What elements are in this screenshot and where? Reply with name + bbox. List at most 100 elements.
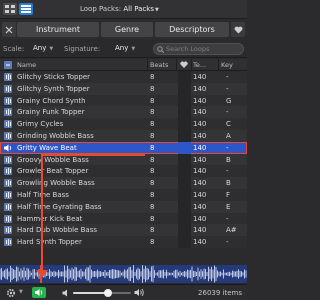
- loop-beats: 8: [150, 120, 155, 129]
- reset-button[interactable]: [2, 22, 16, 37]
- loop-key: G: [226, 96, 232, 105]
- signature-label: Signature:: [64, 45, 101, 53]
- loop-key: -: [226, 214, 229, 223]
- volume-slider[interactable]: [73, 289, 131, 297]
- grid-view-button[interactable]: [3, 3, 17, 15]
- loop-beats: 8: [150, 190, 155, 199]
- audio-loop-icon: [4, 214, 12, 223]
- scale-select[interactable]: Any ▼: [33, 44, 53, 52]
- loop-tempo: 140: [193, 202, 207, 211]
- audio-loop-icon: [4, 179, 12, 188]
- table-row[interactable]: Hammer Kick Beat 8 140 -: [0, 212, 247, 225]
- audio-loop-icon: [4, 131, 12, 140]
- loop-tempo: 140: [193, 238, 207, 247]
- loop-key: A#: [226, 226, 237, 235]
- speaker-icon: [4, 144, 12, 152]
- loop-name: Glitchy Sticks Topper: [17, 73, 91, 81]
- audio-loop-icon: [4, 73, 12, 81]
- heart-icon: [180, 61, 188, 68]
- favorite-cell[interactable]: [178, 71, 191, 83]
- loop-tempo: 140: [193, 155, 207, 164]
- column-beats[interactable]: Beats: [150, 61, 168, 69]
- favorite-cell[interactable]: [178, 129, 191, 142]
- favorite-cell[interactable]: [178, 153, 191, 166]
- annotation-arrow-line: [41, 154, 43, 272]
- audio-loop-icon: [4, 202, 12, 211]
- favorite-cell[interactable]: [178, 200, 191, 213]
- table-row[interactable]: Growler Beat Topper 8 140 -: [0, 165, 247, 178]
- table-row[interactable]: Glitchy Sticks Topper 8 140 -: [0, 71, 247, 83]
- loop-key: B: [226, 179, 231, 188]
- loop-packs-selector[interactable]: Loop Packs: All Packs▼: [80, 5, 159, 13]
- loop-name: Grainy Chord Synth: [17, 96, 86, 105]
- favorite-cell[interactable]: [178, 212, 191, 225]
- favorite-cell[interactable]: [178, 118, 191, 130]
- favorite-cell[interactable]: [178, 177, 191, 189]
- chevron-down-icon[interactable]: ▼: [19, 289, 23, 295]
- loop-key: -: [226, 108, 229, 117]
- audio-loop-icon: [4, 108, 12, 117]
- loop-beats: 8: [150, 179, 155, 188]
- top-toolbar: Loop Packs: All Packs▼: [0, 0, 247, 19]
- search-input[interactable]: [166, 44, 242, 54]
- loop-tempo: 140: [193, 179, 207, 188]
- table-row[interactable]: Grinding Wobble Bass 8 140 A: [0, 129, 247, 142]
- filter-bar: Scale: Any ▼ Signature: Any ▼: [0, 40, 247, 58]
- loop-beats: 8: [150, 167, 155, 176]
- list-view-button[interactable]: [19, 3, 33, 15]
- table-row[interactable]: Grainy Chord Synth 8 140 G: [0, 94, 247, 107]
- table-row[interactable]: Growling Wobble Bass 8 140 B: [0, 177, 247, 189]
- tab-descriptors[interactable]: Descriptors: [155, 22, 229, 37]
- gear-icon[interactable]: [6, 288, 16, 298]
- loop-key: C: [226, 120, 231, 129]
- table-row-selected[interactable]: Gritty Wave Beat 8 140 -: [0, 141, 247, 154]
- tab-instrument[interactable]: Instrument: [17, 22, 99, 37]
- favorite-cell[interactable]: [178, 165, 191, 178]
- table-row[interactable]: Half Time Bass8140F: [0, 188, 247, 201]
- loop-key: -: [226, 143, 229, 152]
- volume-slider-knob[interactable]: [103, 289, 112, 297]
- table-row[interactable]: Grimy Cycles 8 140 C: [0, 118, 247, 130]
- loop-beats: 8: [150, 143, 155, 152]
- loop-packs-value: All Packs: [123, 5, 155, 13]
- audio-loop-icon: [4, 238, 12, 247]
- loop-tempo: 140: [193, 167, 207, 176]
- favorite-cell[interactable]: [178, 141, 191, 154]
- loop-key: -: [226, 73, 229, 81]
- table-row[interactable]: Grainy Funk Topper 8 140 -: [0, 106, 247, 119]
- audio-loop-icon: [4, 84, 12, 93]
- loop-list: Glitchy Sticks Topper 8 140- Glitchy Synth …: [0, 71, 247, 283]
- favorite-cell[interactable]: [178, 106, 191, 119]
- loop-name: Gritty Wave Beat: [17, 143, 77, 152]
- loop-beats: 8: [150, 96, 155, 105]
- annotation-arrow-line: [41, 154, 145, 156]
- audio-loop-icon: [4, 167, 12, 176]
- favorite-cell[interactable]: [178, 188, 191, 201]
- favorite-cell[interactable]: [178, 236, 191, 248]
- table-row[interactable]: Half Time Gyrating Bass 8 140 E: [0, 200, 247, 213]
- audio-loop-icon: [4, 120, 12, 129]
- column-key[interactable]: Key: [221, 61, 233, 69]
- favorite-cell[interactable]: [178, 224, 191, 237]
- signature-value: Any: [115, 44, 129, 52]
- tab-genre[interactable]: Genre: [101, 22, 153, 37]
- column-name[interactable]: Name: [17, 61, 36, 69]
- column-tempo[interactable]: Te...: [193, 61, 206, 69]
- favorite-cell[interactable]: [178, 94, 191, 107]
- table-row[interactable]: Hard Dub Wobble Bass 8 140 A#: [0, 224, 247, 237]
- speaker-button[interactable]: [32, 287, 46, 298]
- table-row[interactable]: Glitchy Synth Topper 8 140 -: [0, 82, 247, 95]
- loop-tempo: 140: [193, 73, 207, 81]
- table-row[interactable]: Hard Synth Topper 8 140 -: [0, 236, 247, 248]
- items-count: 26039 items: [198, 289, 242, 297]
- chevron-down-icon: ▼: [131, 46, 136, 52]
- grid-view-icon: [5, 5, 15, 13]
- favorites-button[interactable]: [231, 22, 245, 37]
- loop-tempo: 140: [193, 226, 207, 235]
- signature-select[interactable]: Any ▼: [115, 44, 135, 52]
- loop-beats: 8: [150, 131, 155, 140]
- loop-name: Hammer Kick Beat: [17, 214, 83, 223]
- search-field[interactable]: [153, 43, 244, 55]
- loop-tempo: 140: [193, 190, 207, 199]
- favorite-cell[interactable]: [178, 82, 191, 95]
